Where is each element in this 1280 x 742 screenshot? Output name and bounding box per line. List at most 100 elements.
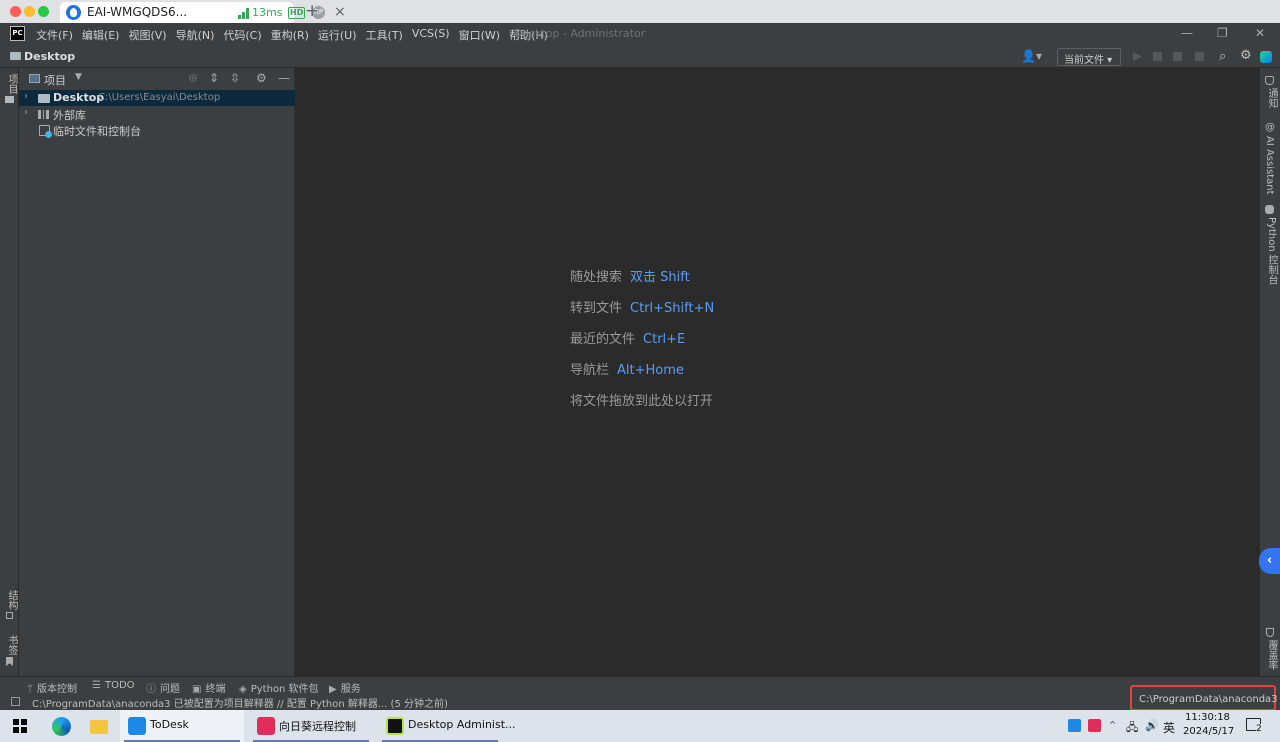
tab-close-button[interactable]: × <box>334 4 346 20</box>
project-folder-icon <box>5 96 14 103</box>
tool-structure-tab[interactable]: 结构 <box>4 590 19 610</box>
collapse-all-icon[interactable]: ⇳ <box>230 71 240 85</box>
windows-taskbar: ToDesk 向日葵远程控制 Desktop Administ... ⌃ 🖧 🔊… <box>0 710 1280 742</box>
coverage-run-icon[interactable] <box>1173 52 1182 61</box>
collapse-sidebar-chevron-icon[interactable]: ‹ <box>1259 548 1280 574</box>
network-icon[interactable]: 🖧 <box>1126 719 1138 738</box>
hint-shortcut: Alt+Home <box>617 363 684 378</box>
taskbar-app-todesk[interactable]: ToDesk <box>120 710 244 742</box>
expand-arrow-icon[interactable]: › <box>24 107 28 118</box>
hint-navigation-bar: 导航栏 Alt+Home <box>570 359 684 378</box>
bookmark-icon <box>6 657 13 666</box>
tool-python-console-tab[interactable]: Python 控制台 <box>1264 217 1279 285</box>
left-tool-stripe: 项目 结构 书签 <box>0 68 19 676</box>
close-window-dot[interactable] <box>10 6 21 17</box>
external-libs-label: 外部库 <box>53 109 86 122</box>
remote-session-tab[interactable]: EAI-WMGQDS6... 13ms HD RP × <box>60 2 346 23</box>
menu-vcs[interactable]: VCS(S) <box>412 27 450 43</box>
menu-edit[interactable]: 编辑(E) <box>82 27 120 43</box>
debug-icon[interactable] <box>1153 52 1162 61</box>
tool-project-tab[interactable]: 项目 <box>4 74 19 94</box>
tool-ai-assistant-tab[interactable]: AI Assistant <box>1264 136 1275 195</box>
window-title: Desktop - Administrator <box>514 27 646 40</box>
hint-text: 将文件拖放到此处以打开 <box>570 394 714 409</box>
tree-item-external-libraries[interactable]: › 外部库 <box>19 106 295 122</box>
hint-text: 导航栏 <box>570 363 610 378</box>
status-message[interactable]: C:\ProgramData\anaconda3 已被配置为项目解释器 // 配… <box>32 695 448 710</box>
breadcrumb-desktop[interactable]: Desktop <box>24 50 75 63</box>
clock-date[interactable]: 2024/5/17 <box>1183 726 1234 737</box>
ime-indicator[interactable]: 英 <box>1163 719 1175 736</box>
windows-start-icon[interactable] <box>13 719 27 733</box>
folder-icon <box>10 52 21 60</box>
menu-run[interactable]: 运行(U) <box>318 27 357 43</box>
run-icon[interactable] <box>1133 52 1142 61</box>
editor-area[interactable]: 随处搜索 双击 Shift 转到文件 Ctrl+Shift+N 最近的文件 Ctrl+… <box>295 68 1259 676</box>
expand-all-icon[interactable]: ⇕ <box>209 71 219 85</box>
tool-notifications-tab[interactable]: 通知 <box>1264 88 1279 108</box>
latency-label: 13ms <box>252 6 283 19</box>
locate-file-icon[interactable]: ⊕ <box>188 71 198 85</box>
settings-gear-icon[interactable]: ⚙ <box>1240 48 1252 63</box>
todesk-icon <box>128 717 146 735</box>
minimize-window-dot[interactable] <box>24 6 35 17</box>
search-icon[interactable]: ⌕ <box>1219 49 1226 64</box>
coverage-shield-icon <box>1266 628 1274 637</box>
run-config-selector[interactable]: 当前文件 ▾ <box>1057 48 1121 66</box>
menu-view[interactable]: 视图(V) <box>128 27 166 43</box>
tool-todo-tab[interactable]: ☰ TODO <box>92 680 135 691</box>
menu-refactor[interactable]: 重构(R) <box>271 27 309 43</box>
user-avatar-icon <box>66 5 81 20</box>
file-explorer-icon[interactable] <box>90 720 108 734</box>
library-icon <box>38 110 49 119</box>
tree-item-desktop[interactable]: › Desktop C:\Users\Easyai\Desktop <box>19 90 295 106</box>
stop-icon[interactable] <box>1195 52 1204 61</box>
taskbar-app-label: 向日葵远程控制 <box>279 720 356 733</box>
tool-terminal-tab[interactable]: ▣ 终端 <box>192 680 225 695</box>
tree-item-scratches[interactable]: 临时文件和控制台 <box>19 122 295 138</box>
menu-window[interactable]: 窗口(W) <box>459 27 500 43</box>
tray-chevron-icon[interactable]: ⌃ <box>1108 719 1117 732</box>
minimize-icon[interactable]: — <box>1181 26 1193 40</box>
view-dropdown-icon[interactable]: ▼ <box>75 72 82 82</box>
hint-shortcut: 双击 Shift <box>630 270 690 285</box>
taskbar-app-pycharm[interactable]: Desktop Administ... <box>378 710 516 742</box>
close-icon[interactable]: ✕ <box>1255 26 1265 40</box>
structure-icon <box>6 612 13 619</box>
menu-code[interactable]: 代码(C) <box>223 27 261 43</box>
user-dropdown-icon[interactable]: 👤▾ <box>1021 49 1042 63</box>
taskbar-app-label: ToDesk <box>150 718 189 731</box>
notifications-bell-icon <box>1265 76 1274 85</box>
clock-time[interactable]: 11:30:18 <box>1185 712 1230 723</box>
remote-tab-title: EAI-WMGQDS6... <box>87 5 188 19</box>
zoom-window-dot[interactable] <box>38 6 49 17</box>
tool-problems-tab[interactable]: ⓘ 问题 <box>146 680 180 695</box>
new-tab-button[interactable]: + <box>305 1 319 21</box>
project-panel-title[interactable]: 项目 <box>44 72 66 88</box>
panel-options-gear-icon[interactable]: ⚙ <box>256 71 267 85</box>
menu-navigate[interactable]: 导航(N) <box>176 27 215 43</box>
hide-panel-icon[interactable]: — <box>278 71 290 85</box>
jetbrains-icon[interactable] <box>1260 51 1272 63</box>
menu-file[interactable]: 文件(F) <box>36 27 73 43</box>
volume-icon[interactable]: 🔊 <box>1145 719 1159 732</box>
hint-text: 转到文件 <box>570 301 623 316</box>
restore-icon[interactable]: ❐ <box>1217 26 1228 40</box>
tool-python-packages-tab[interactable]: ◈ Python 软件包 <box>239 680 319 695</box>
tool-bookmarks-tab[interactable]: 书签 <box>4 635 19 655</box>
tool-services-tab[interactable]: ▶ 服务 <box>329 680 361 695</box>
taskbar-app-sunlogin[interactable]: 向日葵远程控制 <box>249 710 373 742</box>
hint-shortcut: Ctrl+E <box>643 332 686 347</box>
tool-coverage-tab[interactable]: 覆盖率 <box>1264 640 1279 670</box>
edge-browser-icon[interactable] <box>52 717 71 736</box>
menu-tools[interactable]: 工具(T) <box>366 27 403 43</box>
tray-sunlogin-icon[interactable] <box>1088 719 1101 732</box>
status-toggle-icon[interactable] <box>11 697 20 706</box>
interpreter-indicator[interactable]: C:\ProgramData\anaconda3 <box>1130 685 1278 711</box>
folder-icon <box>38 94 50 103</box>
hint-text: 最近的文件 <box>570 332 636 347</box>
notification-count: 2 <box>1256 724 1262 734</box>
tray-todesk-icon[interactable] <box>1068 719 1081 732</box>
tool-version-control-tab[interactable]: ᛘ 版本控制 <box>27 680 77 695</box>
expand-arrow-icon[interactable]: › <box>24 91 28 102</box>
